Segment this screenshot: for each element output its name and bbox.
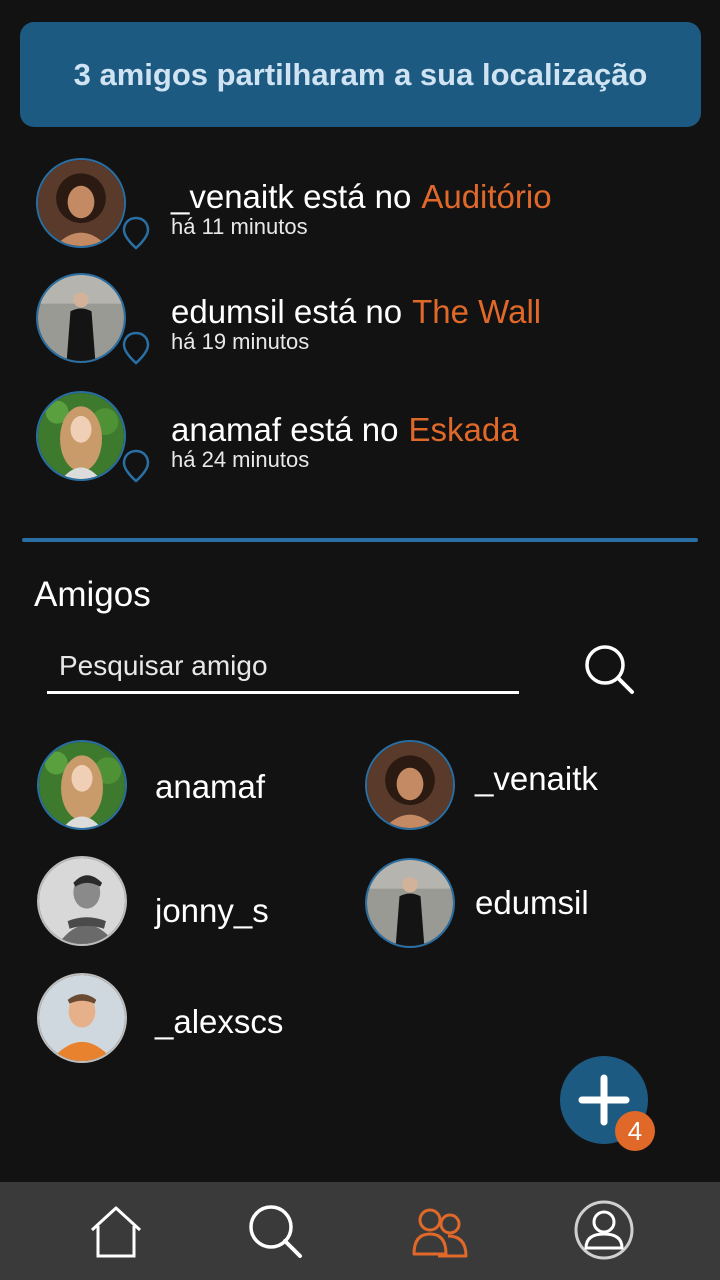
location-place[interactable]: Auditório [421,178,551,215]
friend-name: edumsil [475,884,589,921]
profile-icon[interactable] [572,1198,636,1262]
avatar [37,740,127,830]
home-icon[interactable] [84,1200,148,1264]
location-verb: está no [303,178,412,215]
friend-name: anamaf [155,768,266,805]
friend-search-input[interactable] [47,640,519,694]
banner-text: 3 amigos partilharam a sua localização [73,56,648,92]
location-update-text: edumsil está no The Wall [171,293,541,331]
avatar[interactable] [36,158,126,248]
location-user[interactable]: anamaf [171,411,281,448]
search-icon[interactable] [580,640,638,698]
search-icon[interactable] [244,1200,308,1264]
friends-section-title: Amigos [34,575,151,614]
avatar [37,856,127,946]
location-time: há 11 minutos [171,214,308,239]
bottom-navigation [0,1182,720,1280]
friend-item[interactable]: jonny_s [37,856,357,946]
friend-item[interactable]: anamaf [37,740,357,830]
location-time: há 19 minutos [171,329,310,354]
section-divider [22,538,698,542]
location-verb: está no [293,293,403,330]
location-user[interactable]: edumsil [171,293,285,330]
location-verb: está no [290,411,399,448]
location-user[interactable]: _venaitk [171,178,294,215]
friends-icon[interactable] [408,1200,472,1264]
location-pin-icon [122,216,150,250]
location-update-text: _venaitk está no Auditório [171,178,552,216]
friend-name: jonny_s [155,892,269,929]
friend-name: _alexscs [155,1003,284,1040]
location-update-text: anamaf está no Eskada [171,411,519,449]
avatar [37,973,127,1063]
friend-item[interactable]: _venaitk [365,740,685,830]
location-place[interactable]: Eskada [409,411,519,448]
location-pin-icon [122,331,150,365]
friend-name: _venaitk [475,760,598,797]
location-time: há 24 minutos [171,447,310,472]
friend-item[interactable]: edumsil [365,858,685,948]
location-place[interactable]: The Wall [412,293,541,330]
location-share-banner[interactable]: 3 amigos partilharam a sua localização [20,22,701,127]
avatar[interactable] [36,391,126,481]
location-update-item[interactable]: edumsil está no The Wall há 19 minutos [36,273,676,373]
location-update-item[interactable]: anamaf está no Eskada há 24 minutos [36,391,676,491]
avatar [365,858,455,948]
location-pin-icon [122,449,150,483]
location-update-item[interactable]: _venaitk está no Auditório há 11 minutos [36,158,676,258]
avatar[interactable] [36,273,126,363]
friend-item[interactable]: _alexscs [37,973,357,1063]
friend-request-badge: 4 [615,1111,655,1151]
avatar [365,740,455,830]
